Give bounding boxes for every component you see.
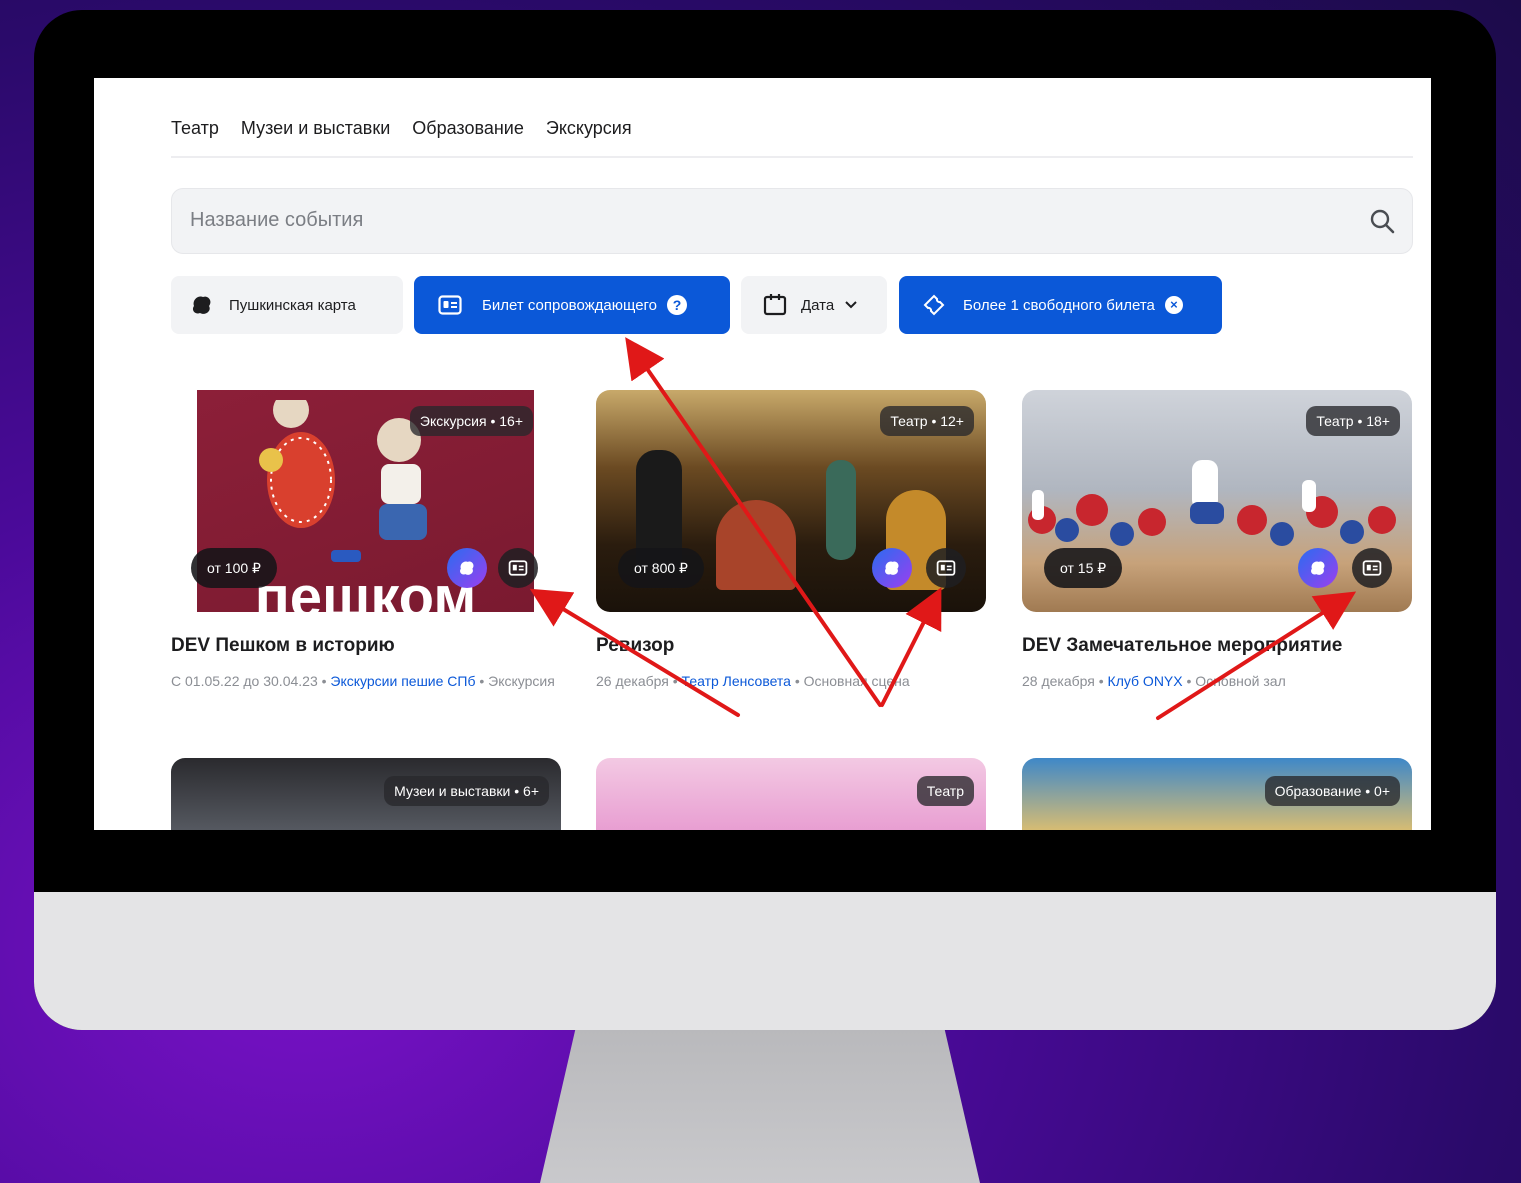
venue-link[interactable]: Клуб ONYX (1108, 673, 1183, 689)
chevron-down-icon (845, 301, 857, 309)
companion-ticket-icon (926, 548, 966, 588)
browser-screen: Театр Музеи и выставки Образование Экску… (94, 78, 1431, 830)
tab-excursion[interactable]: Экскурсия (546, 118, 632, 139)
pushkin-card-label: Пушкинская карта (229, 296, 356, 314)
search-icon[interactable] (1368, 207, 1396, 235)
category-tabs: Театр Музеи и выставки Образование Экску… (171, 118, 632, 139)
event-card[interactable]: Театр (596, 758, 986, 830)
event-meta: С 01.05.22 до 30.04.23 • Экскурсии пешие… (171, 670, 556, 692)
category-badge: Театр • 18+ (1306, 406, 1400, 436)
companion-ticket-filter[interactable]: Билет сопровождающего ? (414, 276, 730, 334)
date-label: Дата (801, 296, 835, 314)
venue-link[interactable]: Театр Ленсовета (682, 673, 791, 689)
calendar-icon (763, 294, 787, 316)
companion-ticket-label: Билет сопровождающего (482, 296, 658, 314)
monitor-chin (34, 892, 1496, 1030)
companion-ticket-icon (498, 548, 538, 588)
event-card[interactable]: Музеи и выставки • 6+ (171, 758, 561, 830)
event-dates: С 01.05.22 до 30.04.23 • (171, 673, 331, 689)
category-badge: Экскурсия • 16+ (409, 406, 533, 436)
event-dates: 26 декабря • (596, 673, 682, 689)
pushkin-badge-icon (872, 548, 912, 588)
monitor-frame: Театр Музеи и выставки Образование Экску… (34, 10, 1496, 1030)
event-meta: 26 декабря • Театр Ленсовета • Основная … (596, 670, 981, 692)
free-tickets-filter[interactable]: Более 1 свободного билета × (899, 276, 1222, 334)
monitor-stand (540, 1030, 980, 1183)
companion-ticket-icon (1352, 548, 1392, 588)
event-title[interactable]: Ревизор (596, 635, 674, 657)
event-hall: • Основной зал (1182, 673, 1286, 689)
event-category: • Экскурсия (475, 673, 555, 689)
ticket-card-icon (438, 295, 462, 315)
category-badge: Музеи и выставки • 6+ (384, 776, 549, 806)
tabs-divider (171, 156, 1413, 158)
price-badge: от 15 ₽ (1044, 548, 1123, 588)
category-badge: Образование • 0+ (1264, 776, 1400, 806)
help-icon[interactable]: ? (667, 295, 688, 315)
pushkin-icon (192, 296, 211, 314)
category-badge: Театр (916, 776, 974, 806)
venue-link[interactable]: Экскурсии пешие СПб (330, 673, 475, 689)
search-field[interactable]: Название события (171, 188, 1413, 254)
event-meta: 28 декабря • Клуб ONYX • Основной зал (1022, 670, 1407, 692)
event-title[interactable]: DEV Замечательное мероприятие (1022, 635, 1342, 657)
pushkin-badge-icon (447, 548, 487, 588)
clear-filter-icon[interactable]: × (1164, 296, 1183, 314)
search-input[interactable]: Название события (190, 209, 363, 232)
event-card[interactable]: Образование • 0+ (1022, 758, 1412, 830)
tab-theatre[interactable]: Театр (171, 118, 219, 139)
ticket-icon (923, 294, 945, 316)
tab-museums[interactable]: Музеи и выставки (241, 118, 390, 139)
price-badge: от 800 ₽ (618, 548, 704, 588)
free-tickets-label: Более 1 свободного билета (963, 296, 1155, 314)
category-badge: Театр • 12+ (880, 406, 974, 436)
event-dates: 28 декабря • (1022, 673, 1108, 689)
tab-education[interactable]: Образование (412, 118, 524, 139)
price-badge: от 100 ₽ (191, 548, 277, 588)
date-filter[interactable]: Дата (741, 276, 887, 334)
pushkin-badge-icon (1298, 548, 1338, 588)
event-hall: • Основная сцена (790, 673, 910, 689)
pushkin-card-filter[interactable]: Пушкинская карта (171, 276, 403, 334)
event-title[interactable]: DEV Пешком в историю (171, 635, 395, 657)
